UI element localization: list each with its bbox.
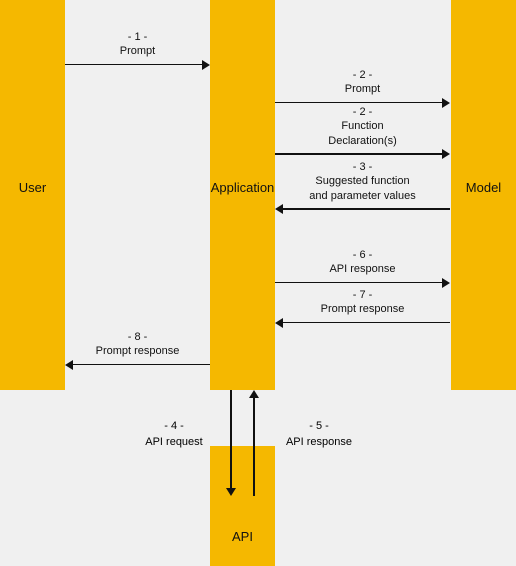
- diagram: User Application Model API - 1 -Prompt -…: [0, 0, 516, 566]
- api-request-label: - 4 - API request: [130, 418, 218, 451]
- arrow3-label: - 3 -Suggested functionand parameter val…: [275, 160, 450, 203]
- arrow8-line: [65, 360, 210, 370]
- user-label: User: [0, 180, 65, 195]
- arrow7-line: [275, 318, 450, 328]
- api-column: [210, 446, 275, 566]
- arrow6-label: - 6 -API response: [275, 248, 450, 277]
- arrow6-container: - 6 -API response: [275, 248, 450, 288]
- arrow8-container: - 8 -Prompt response: [65, 330, 210, 370]
- api-response-arrow: [248, 390, 260, 496]
- arrow8-label: - 8 -Prompt response: [65, 330, 210, 359]
- api-label: API: [210, 529, 275, 544]
- arrow2a-label: - 2 -Prompt: [275, 68, 450, 97]
- arrow6-line: [275, 278, 450, 288]
- arrow2a-container: - 2 -Prompt: [275, 68, 450, 108]
- user-column: [0, 0, 65, 390]
- api-request-arrow: [225, 390, 237, 496]
- arrow3-line: [275, 204, 450, 214]
- arrow2b-label: - 2 -FunctionDeclaration(s): [275, 105, 450, 148]
- api-response-label: - 5 - API response: [275, 418, 363, 451]
- application-label: Application: [210, 180, 275, 195]
- arrow3-container: - 3 -Suggested functionand parameter val…: [275, 160, 450, 214]
- arrow2b-container: - 2 -FunctionDeclaration(s): [275, 105, 450, 159]
- arrow1-line: [65, 60, 210, 70]
- arrow1-label: - 1 -Prompt: [65, 30, 210, 59]
- arrow7-label: - 7 -Prompt response: [275, 288, 450, 317]
- arrow7-container: - 7 -Prompt response: [275, 288, 450, 328]
- model-label: Model: [451, 180, 516, 195]
- arrow2b-line: [275, 149, 450, 159]
- arrow1-container: - 1 -Prompt: [65, 30, 210, 70]
- model-column: [451, 0, 516, 390]
- app-column: [210, 0, 275, 390]
